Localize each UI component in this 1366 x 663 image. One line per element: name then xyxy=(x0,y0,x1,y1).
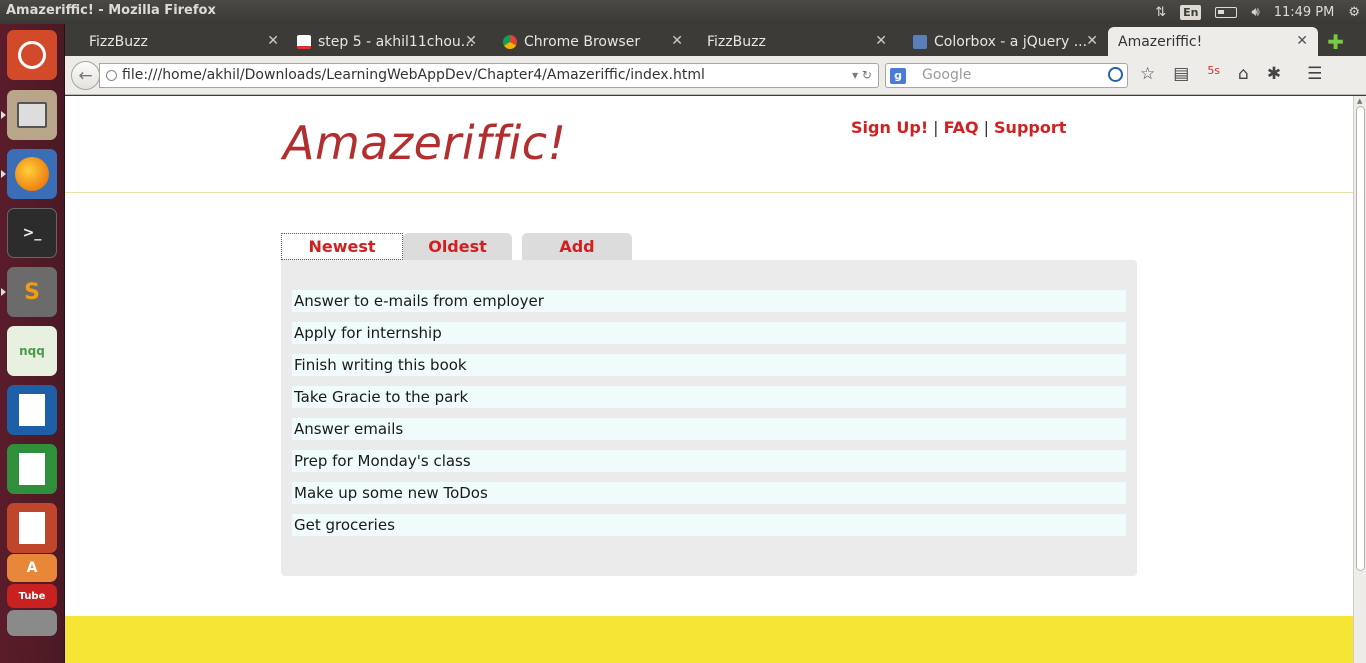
tab-amazeriffic[interactable]: Amazeriffic! ✕ xyxy=(1108,27,1318,56)
tab-add[interactable]: Add xyxy=(522,233,632,260)
close-icon[interactable]: ✕ xyxy=(1296,33,1308,49)
tab-chrome-browser[interactable]: Chrome Browser ✕ xyxy=(493,27,693,56)
link-separator: | xyxy=(983,118,990,137)
youtube-icon[interactable]: Tube xyxy=(7,584,57,608)
list-item: Apply for internship xyxy=(292,322,1126,344)
url-text: file:///home/akhil/Downloads/LearningWeb… xyxy=(122,67,705,83)
gmail-icon xyxy=(297,34,311,49)
tab-label: Colorbox - a jQuery ... xyxy=(934,33,1088,50)
impress-icon[interactable] xyxy=(7,503,57,553)
list-item: Get groceries xyxy=(292,514,1126,536)
new-tab-icon[interactable]: ✚ xyxy=(1327,30,1344,54)
firefox-icon[interactable] xyxy=(7,149,57,199)
toolbar-icons: ☆ ▤ 5s ⌂ ✱ ☰ xyxy=(1140,64,1322,84)
site-footer xyxy=(65,616,1353,663)
tab-label: FizzBuzz xyxy=(707,33,766,50)
list-item: Make up some new ToDos xyxy=(292,482,1126,504)
running-indicator xyxy=(1,170,6,178)
close-icon[interactable]: ✕ xyxy=(875,33,887,49)
faq-link[interactable]: FAQ xyxy=(944,118,979,137)
window-title: Amazeriffic! - Mozilla Firefox xyxy=(6,3,216,18)
list-item: Finish writing this book xyxy=(292,354,1126,376)
clock[interactable]: 11:49 PM xyxy=(1274,5,1335,20)
search-icon[interactable] xyxy=(1108,67,1123,82)
launcher: >_ S nqq A Tube xyxy=(0,24,65,663)
speed-dial-icon[interactable]: 5s xyxy=(1207,64,1220,84)
tab-fizzbuzz-1[interactable]: FizzBuzz ✕ xyxy=(79,27,289,56)
google-icon[interactable]: g xyxy=(890,68,906,84)
support-link[interactable]: Support xyxy=(994,118,1066,137)
terminal-icon[interactable]: >_ xyxy=(7,208,57,258)
settings-gear-icon[interactable]: ⚙ xyxy=(1348,5,1360,20)
colorbox-icon xyxy=(913,34,927,49)
tab-label: Amazeriffic! xyxy=(1118,33,1203,50)
system-indicators: ⇅ En 🔊︎ 11:49 PM ⚙ xyxy=(1155,0,1360,24)
tab-colorbox[interactable]: Colorbox - a jQuery ... ✕ xyxy=(903,27,1108,56)
keyboard-layout-indicator[interactable]: En xyxy=(1180,4,1202,20)
tab-label: step 5 - akhil11chou... xyxy=(318,33,475,50)
sublime-text-icon[interactable]: S xyxy=(7,267,57,317)
site-header: Amazeriffic! Sign Up! | FAQ | Support xyxy=(65,96,1353,193)
close-icon[interactable]: ✕ xyxy=(1086,33,1098,49)
navigation-bar: ← file:///home/akhil/Downloads/LearningW… xyxy=(65,56,1366,95)
tab-fizzbuzz-2[interactable]: FizzBuzz ✕ xyxy=(697,27,897,56)
ubuntu-dash-icon[interactable] xyxy=(7,30,57,80)
running-indicator xyxy=(1,288,6,296)
battery-icon[interactable] xyxy=(1215,6,1238,18)
tab-oldest[interactable]: Oldest xyxy=(403,233,512,260)
list-item: Answer emails xyxy=(292,418,1126,440)
network-icon[interactable]: ⇅ xyxy=(1155,5,1166,20)
scroll-up-arrow-icon[interactable]: ▲ xyxy=(1357,97,1362,105)
link-separator: | xyxy=(933,118,939,137)
top-panel: Amazeriffic! - Mozilla Firefox ⇅ En 🔊︎ 1… xyxy=(0,0,1366,24)
writer-icon[interactable] xyxy=(7,385,57,435)
reload-icon[interactable]: ▾ ↻ xyxy=(852,64,872,87)
close-icon[interactable]: ✕ xyxy=(267,33,279,49)
running-indicator xyxy=(1,111,6,119)
header-links: Sign Up! | FAQ | Support xyxy=(851,118,1066,137)
list-item: Take Gracie to the park xyxy=(292,386,1126,408)
close-icon[interactable]: ✕ xyxy=(465,33,477,49)
todo-list: Answer to e-mails from employer Apply fo… xyxy=(292,290,1126,546)
list-item: Prep for Monday's class xyxy=(292,450,1126,472)
search-bar[interactable]: g Google xyxy=(885,63,1128,88)
tab-bar: FizzBuzz ✕ step 5 - akhil11chou... ✕ Chr… xyxy=(65,24,1366,56)
tab-gmail-step5[interactable]: step 5 - akhil11chou... ✕ xyxy=(287,27,487,56)
scrollbar-thumb[interactable] xyxy=(1356,106,1365,571)
page-viewport: Amazeriffic! Sign Up! | FAQ | Support Newest… xyxy=(65,96,1353,663)
chrome-icon xyxy=(503,34,517,49)
url-bar[interactable]: file:///home/akhil/Downloads/LearningWeb… xyxy=(99,63,879,88)
calc-icon[interactable] xyxy=(7,444,57,494)
signup-link[interactable]: Sign Up! xyxy=(851,118,928,137)
update-manager-icon[interactable] xyxy=(7,610,57,636)
tab-label: Chrome Browser xyxy=(524,33,641,50)
back-arrow-icon[interactable]: ← xyxy=(71,61,100,90)
file-manager-icon[interactable] xyxy=(7,90,57,140)
home-icon[interactable]: ⌂ xyxy=(1238,64,1249,84)
site-logo: Amazeriffic! xyxy=(283,116,567,170)
close-icon[interactable]: ✕ xyxy=(671,33,683,49)
todo-content: Answer to e-mails from employer Apply fo… xyxy=(281,260,1137,576)
menu-icon[interactable]: ☰ xyxy=(1307,64,1322,84)
text-editor-icon[interactable]: nqq xyxy=(7,326,57,376)
list-item: Answer to e-mails from employer xyxy=(292,290,1126,312)
software-center-icon[interactable]: A xyxy=(7,554,57,582)
page-scrollbar[interactable]: ▲ xyxy=(1353,96,1366,663)
volume-icon[interactable]: 🔊︎ xyxy=(1251,5,1259,20)
tab-label: FizzBuzz xyxy=(89,33,148,50)
search-placeholder: Google xyxy=(922,67,972,83)
tab-newest[interactable]: Newest xyxy=(281,233,403,260)
reading-list-icon[interactable]: ▤ xyxy=(1173,64,1189,84)
bookmark-star-icon[interactable]: ☆ xyxy=(1140,64,1155,84)
extension-icon[interactable]: ✱ xyxy=(1267,64,1281,84)
globe-icon xyxy=(106,70,117,81)
